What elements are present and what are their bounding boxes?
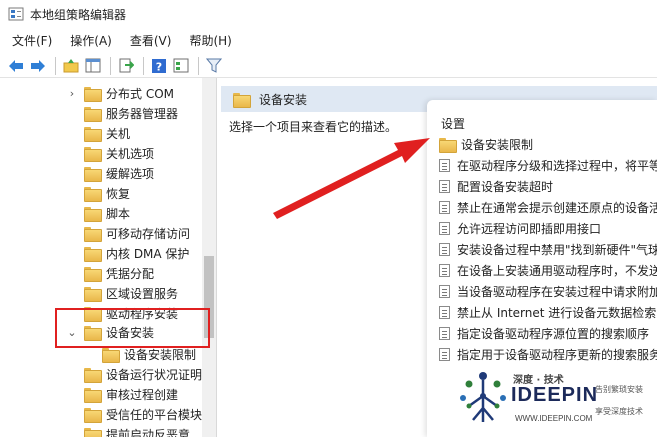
policy-setting-item[interactable]: 在驱动程序分级和选择过程中，将平等 xyxy=(439,155,657,176)
folder-icon xyxy=(84,186,102,202)
policy-setting-icon xyxy=(439,222,450,235)
window-title: 本地组策略编辑器 xyxy=(30,7,127,22)
tree-item[interactable]: 设备运行状况证明 xyxy=(84,364,202,384)
toolbar-separator xyxy=(55,56,56,75)
folder-icon xyxy=(84,146,102,162)
watermark-slogan-1: 告别繁琐安装 xyxy=(595,385,643,394)
tree-item[interactable]: 关机选项 xyxy=(84,143,154,163)
policy-setting-item[interactable]: 指定用于设备驱动程序更新的搜索服务 xyxy=(439,344,657,365)
folder-icon xyxy=(439,138,457,153)
details-header-title: 设备安装 xyxy=(259,92,308,107)
policy-setting-icon xyxy=(439,180,450,193)
menu-view[interactable]: 查看(V) xyxy=(130,32,172,49)
folder-icon xyxy=(84,407,102,423)
tree-item[interactable]: 内核 DMA 保护 xyxy=(84,243,189,263)
tree-item[interactable]: 服务器管理器 xyxy=(84,103,178,123)
policy-setting-item[interactable]: 当设备驱动程序在安装过程中请求附加 xyxy=(439,281,657,302)
policy-setting-icon xyxy=(439,306,450,319)
tree-item[interactable]: › 分布式 COM xyxy=(66,83,174,103)
tree-item[interactable]: 提前启动反恶意 xyxy=(84,424,190,437)
policy-setting-item[interactable]: 配置设备安装超时 xyxy=(439,176,657,197)
watermark-brand: IDEEPIN xyxy=(511,384,599,406)
folder-icon xyxy=(84,246,102,262)
menu-action[interactable]: 操作(A) xyxy=(70,32,112,49)
policy-setting-icon xyxy=(439,285,450,298)
folder-icon xyxy=(84,166,102,182)
folder-icon xyxy=(102,347,120,363)
policy-setting-item[interactable]: 禁止在通常会提示创建还原点的设备活 xyxy=(439,197,657,218)
tree-item[interactable]: 凭据分配 xyxy=(84,263,154,283)
selection-highlight-box xyxy=(55,308,210,348)
filter-icon[interactable] xyxy=(204,56,224,76)
watermark-url: WWW.IDEEPIN.COM xyxy=(515,414,593,423)
policy-setting-icon xyxy=(439,243,450,256)
policy-setting-item[interactable]: 允许远程访问即插即用接口 xyxy=(439,218,657,239)
tree-item[interactable]: 受信任的平台模块 xyxy=(84,404,202,424)
folder-icon xyxy=(84,126,102,142)
folder-icon xyxy=(84,86,102,102)
watermark-slogan-2: 享受深度技术 xyxy=(595,407,643,416)
toolbar-separator xyxy=(143,56,144,75)
navigation-tree: › 分布式 COM 服务器管理器 关机 关机选项 缓解选项 恢复 脚本 可移动存… xyxy=(0,78,217,437)
folder-icon xyxy=(84,266,102,282)
folder-icon xyxy=(84,206,102,222)
tree-item[interactable]: 缓解选项 xyxy=(84,163,154,183)
properties-icon[interactable] xyxy=(171,56,191,76)
toolbar-separator xyxy=(198,56,199,75)
svg-text:?: ? xyxy=(156,60,162,73)
settings-column-header[interactable]: 设置 xyxy=(441,115,465,132)
chevron-right-icon[interactable]: › xyxy=(66,87,78,100)
folder-icon xyxy=(84,367,102,383)
group-policy-app-icon xyxy=(8,7,24,21)
title-bar: 本地组策略编辑器 xyxy=(0,0,657,28)
tree-item[interactable]: 关机 xyxy=(84,123,130,143)
toolbar-separator xyxy=(110,56,111,75)
policy-setting-icon xyxy=(439,348,450,361)
policy-setting-item[interactable]: 指定设备驱动程序源位置的搜索顺序 xyxy=(439,323,657,344)
policy-setting-item[interactable]: 安装设备过程中禁用"找到新硬件"气球 xyxy=(439,239,657,260)
policy-setting-icon xyxy=(439,201,450,214)
up-folder-icon[interactable] xyxy=(61,56,81,76)
show-hide-tree-icon[interactable] xyxy=(83,56,103,76)
tree-item[interactable]: 可移动存储访问 xyxy=(84,223,190,243)
settings-folder-item[interactable]: 设备安装限制 xyxy=(439,134,657,155)
back-arrow-icon[interactable] xyxy=(6,56,26,76)
menu-help[interactable]: 帮助(H) xyxy=(189,32,231,49)
forward-arrow-icon[interactable] xyxy=(28,56,48,76)
policy-setting-item[interactable]: 在设备上安装通用驱动程序时，不发送 xyxy=(439,260,657,281)
policy-setting-icon xyxy=(439,159,450,172)
folder-icon xyxy=(84,286,102,302)
policy-setting-icon xyxy=(439,327,450,340)
menu-bar: 文件(F) 操作(A) 查看(V) 帮助(H) xyxy=(0,30,657,50)
menu-file[interactable]: 文件(F) xyxy=(12,32,52,49)
toolbar: ? xyxy=(0,54,657,78)
tree-item[interactable]: 脚本 xyxy=(84,203,130,223)
export-list-icon[interactable] xyxy=(116,56,136,76)
tree-scrollbar[interactable] xyxy=(202,78,216,437)
description-text: 选择一个项目来查看它的描述。 xyxy=(229,120,398,134)
policy-setting-icon xyxy=(439,264,450,277)
policy-setting-item[interactable]: 禁止从 Internet 进行设备元数据检索 xyxy=(439,302,657,323)
tree-item[interactable]: 审核过程创建 xyxy=(84,384,178,404)
help-icon[interactable]: ? xyxy=(149,56,169,76)
folder-icon xyxy=(233,92,251,108)
tree-item[interactable]: 恢复 xyxy=(84,183,130,203)
folder-icon xyxy=(84,427,102,437)
tree-item[interactable]: 区域设置服务 xyxy=(84,283,178,303)
ideepin-watermark: 深度 · 技术 IDEEPIN WWW.IDEEPIN.COM 告别繁琐安装 享… xyxy=(455,366,655,432)
ideepin-logo-icon xyxy=(460,372,506,422)
folder-icon xyxy=(84,106,102,122)
folder-icon xyxy=(84,387,102,403)
folder-icon xyxy=(84,226,102,242)
